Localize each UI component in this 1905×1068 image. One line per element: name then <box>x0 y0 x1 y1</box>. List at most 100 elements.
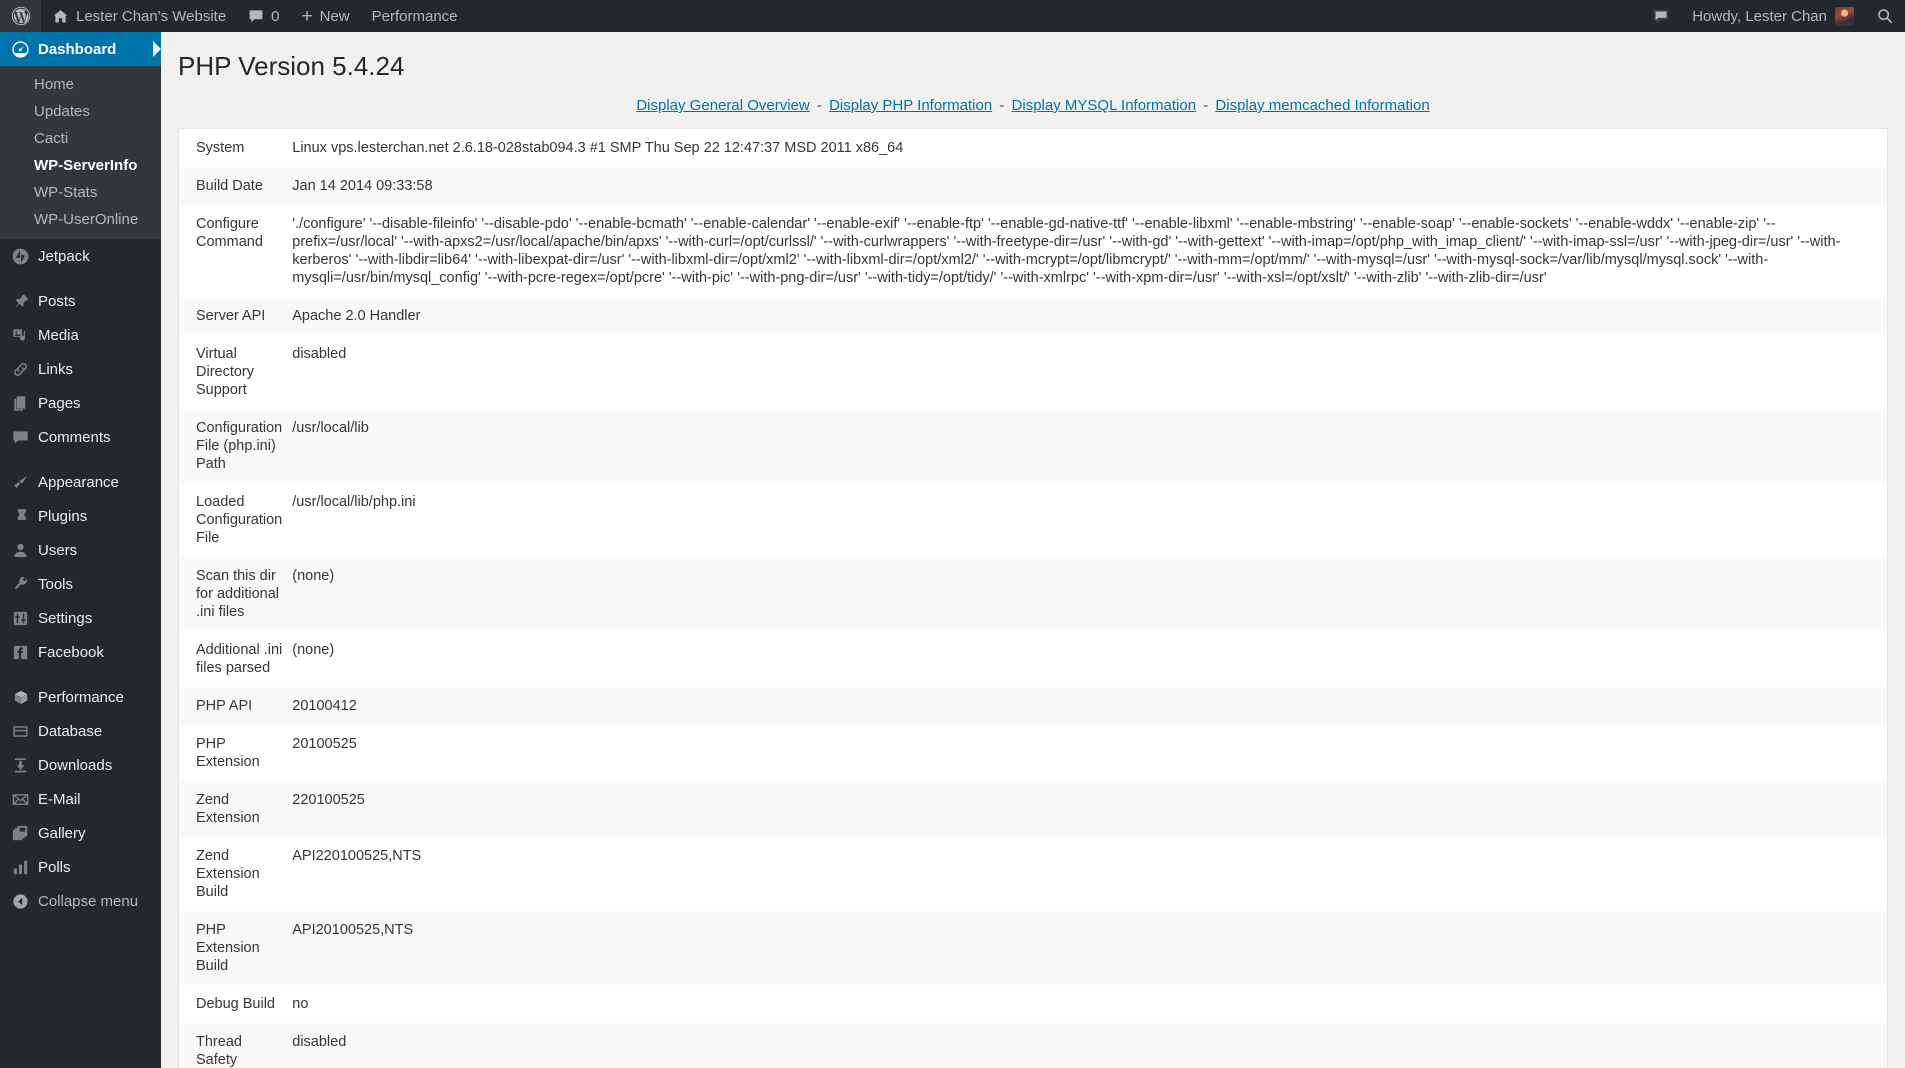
sidebar-item-polls[interactable]: Polls <box>0 850 161 884</box>
table-cell-value: /usr/local/lib/php.ini <box>292 494 416 510</box>
sidebar-item-label: Media <box>38 326 79 344</box>
notifications-button[interactable] <box>1641 0 1681 32</box>
table-cell-value: 20100412 <box>292 698 357 714</box>
collapse-menu-label: Collapse menu <box>38 892 139 910</box>
table-cell-value: API220100525,NTS <box>292 848 422 864</box>
submenu-item-wp-serverinfo[interactable]: WP-ServerInfo <box>0 152 161 179</box>
sidebar-item-facebook[interactable]: Facebook <box>0 635 161 669</box>
sidebar-item-gallery[interactable]: Gallery <box>0 816 161 850</box>
table-cell-value: 220100525 <box>292 792 365 808</box>
sidebar-item-email[interactable]: E-Mail <box>0 782 161 816</box>
table-row: Debug Build no <box>179 985 1887 1023</box>
sidebar-item-dashboard[interactable]: Dashboard <box>0 32 161 66</box>
performance-menu-button[interactable]: Performance <box>361 0 469 32</box>
sidebar-item-media[interactable]: Media <box>0 318 161 352</box>
table-cell-key: Zend Extension <box>196 792 260 826</box>
table-cell-key: Loaded Configuration File <box>196 494 283 546</box>
link-display-php-information[interactable]: Display PHP Information <box>829 97 992 114</box>
table-cell-key: Additional .ini files parsed <box>196 642 283 676</box>
sidebar-item-label: Pages <box>38 394 81 412</box>
search-button[interactable] <box>1865 0 1905 32</box>
sidebar-item-links[interactable]: Links <box>0 352 161 386</box>
table-row: Virtual Directory Support disabled <box>179 335 1887 409</box>
table-cell-key: Thread Safety <box>196 1034 242 1068</box>
table-cell-key: PHP API <box>196 698 253 714</box>
pages-icon <box>11 394 35 413</box>
search-icon <box>1876 7 1894 25</box>
table-row: Configure Command './configure' '--disabl… <box>179 205 1887 297</box>
table-row: System Linux vps.lesterchan.net 2.6.18-02… <box>179 129 1887 167</box>
sidebar-item-label: E-Mail <box>38 790 81 808</box>
sidebar-item-appearance[interactable]: Appearance <box>0 465 161 499</box>
table-cell-key: System <box>196 140 245 156</box>
phpinfo-table: System Linux vps.lesterchan.net 2.6.18-02… <box>179 129 1887 1068</box>
comment-bubble-icon <box>11 428 35 447</box>
table-cell-value: 20100525 <box>292 736 357 752</box>
table-cell-key: Configure Command <box>196 216 263 250</box>
submenu-item-updates[interactable]: Updates <box>0 98 161 125</box>
sidebar-item-tools[interactable]: Tools <box>0 567 161 601</box>
dashboard-submenu: Home Updates Cacti WP-ServerInfo WP-Stat… <box>0 66 161 239</box>
sidebar-item-users[interactable]: Users <box>0 533 161 567</box>
table-cell-value: disabled <box>292 1034 347 1050</box>
sidebar-item-settings[interactable]: Settings <box>0 601 161 635</box>
sidebar-item-label: Jetpack <box>38 247 90 265</box>
table-row: Additional .ini files parsed (none) <box>179 631 1887 687</box>
performance-menu-label: Performance <box>371 7 458 25</box>
envelope-icon <box>11 790 35 809</box>
table-row: Server API Apache 2.0 Handler <box>179 297 1887 335</box>
submenu-item-wp-stats[interactable]: WP-Stats <box>0 179 161 206</box>
gallery-icon <box>11 824 35 843</box>
table-cell-value: Jan 14 2014 09:33:58 <box>292 178 433 194</box>
submenu-item-home[interactable]: Home <box>0 71 161 98</box>
sidebar-item-database[interactable]: Database <box>0 714 161 748</box>
table-cell-key: Configuration File (php.ini) Path <box>196 420 283 472</box>
main-content: PHP Version 5.4.24 Display General Overv… <box>161 32 1905 1068</box>
collapse-menu-button[interactable]: Collapse menu <box>0 884 161 918</box>
sidebar-item-pages[interactable]: Pages <box>0 386 161 420</box>
admin-bar-right: Howdy, Lester Chan <box>1641 0 1905 32</box>
plus-icon: + <box>301 5 313 27</box>
link-display-mysql-information[interactable]: Display MYSQL Information <box>1012 97 1197 114</box>
dashboard-icon <box>11 40 35 59</box>
table-cell-value: Linux vps.lesterchan.net 2.6.18-028stab0… <box>292 140 904 156</box>
display-nav-links: Display General Overview - Display PHP I… <box>161 93 1905 128</box>
link-icon <box>11 360 35 379</box>
table-cell-key: PHP Extension <box>196 736 260 770</box>
wordpress-logo-button[interactable] <box>0 0 41 32</box>
submenu-item-cacti[interactable]: Cacti <box>0 125 161 152</box>
table-cell-key: Debug Build <box>196 996 275 1012</box>
home-icon <box>52 8 69 25</box>
sidebar-item-label: Performance <box>38 688 124 706</box>
link-display-general-overview[interactable]: Display General Overview <box>636 97 809 114</box>
link-display-memcached-information[interactable]: Display memcached Information <box>1215 97 1429 114</box>
sidebar-item-performance[interactable]: Performance <box>0 680 161 714</box>
table-row: Loaded Configuration File/usr/local/lib/… <box>179 483 1887 557</box>
sidebar-item-label: Tools <box>38 575 74 593</box>
comment-bubble-icon <box>248 8 264 24</box>
sidebar-item-posts[interactable]: Posts <box>0 284 161 318</box>
site-name-button[interactable]: Lester Chan's Website <box>41 0 237 32</box>
sidebar-item-label: Users <box>38 541 78 559</box>
table-cell-key: Virtual Directory Support <box>196 346 255 398</box>
nav-separator: - <box>999 97 1005 114</box>
sidebar-item-downloads[interactable]: Downloads <box>0 748 161 782</box>
submenu-item-wp-useronline[interactable]: WP-UserOnline <box>0 206 161 233</box>
new-content-label: New <box>319 7 350 25</box>
sidebar-item-plugins[interactable]: Plugins <box>0 499 161 533</box>
table-cell-value: API20100525,NTS <box>292 922 414 938</box>
table-cell-key: Server API <box>196 308 266 324</box>
new-content-button[interactable]: + New <box>291 0 361 32</box>
sidebar-item-jetpack[interactable]: Jetpack <box>0 239 161 273</box>
bar-chart-icon <box>11 858 35 877</box>
table-cell-key: Zend Extension Build <box>196 848 260 900</box>
sidebar-item-label: Posts <box>38 292 76 310</box>
admin-sidebar: Dashboard Home Updates Cacti WP-ServerIn… <box>0 32 161 1068</box>
performance-icon <box>11 688 35 707</box>
menu-separator <box>0 454 161 465</box>
sidebar-item-comments[interactable]: Comments <box>0 420 161 454</box>
comments-button[interactable]: 0 <box>237 0 290 32</box>
my-account-button[interactable]: Howdy, Lester Chan <box>1681 0 1865 32</box>
jetpack-icon <box>11 247 35 266</box>
nav-separator: - <box>1203 97 1209 114</box>
